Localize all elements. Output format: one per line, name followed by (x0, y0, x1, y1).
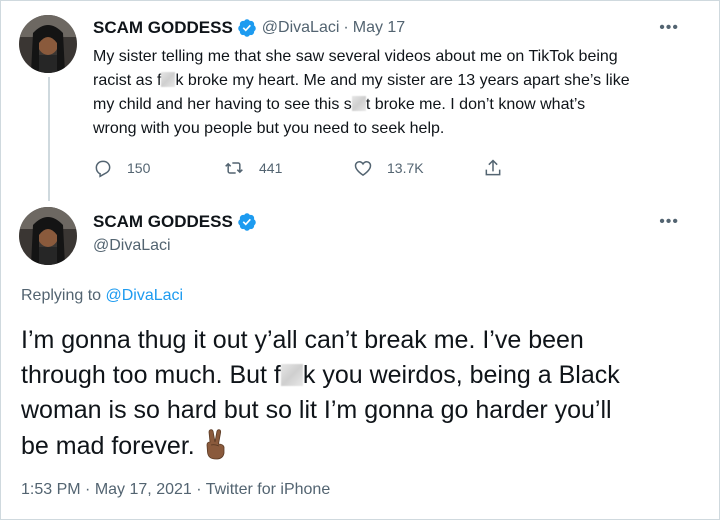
tweet-line: be mad forever. (21, 428, 711, 470)
tweet-text-fragment: through too much. But f (21, 361, 281, 389)
censor-blur (280, 364, 303, 386)
share-icon (485, 159, 501, 176)
tweet-text: I’m gonna thug it out y’all can’t break … (21, 323, 711, 470)
verified-badge-icon (237, 18, 257, 38)
replying-prefix: Replying to (21, 287, 106, 304)
tweet-date[interactable]: May 17, 2021 (95, 481, 192, 498)
thread-connector-line (48, 77, 50, 201)
display-name[interactable]: SCAM GODDESS (93, 18, 233, 38)
tweet-line: my child and her having to see this s t b… (93, 93, 703, 117)
tweet-text-fragment: my child and her having to see this s (93, 96, 352, 113)
more-icon[interactable]: ••• (659, 213, 679, 231)
tweet-line: through too much. But f k you weirdos, be… (21, 358, 711, 393)
tweet-timestamp: 1:53 PM · May 17, 2021 · Twitter for iPh… (21, 481, 330, 499)
share-button[interactable] (483, 158, 613, 178)
tweet-header: SCAM GODDESS ••• (93, 209, 699, 235)
peace-sign-emoji (203, 428, 229, 470)
more-icon[interactable]: ••• (659, 19, 679, 37)
tweet-text-fragment: t broke me. I don’t know what’s (365, 96, 586, 113)
tweet-date[interactable]: May 17 (353, 19, 405, 37)
separator-dot: · (343, 19, 349, 36)
replying-to-link[interactable]: @DivaLaci (106, 287, 184, 304)
censor-blur (351, 96, 366, 111)
tweet-line: wrong with you people but you need to se… (93, 120, 445, 137)
reply-count: 150 (127, 160, 151, 176)
like-icon (354, 160, 372, 176)
tweet-line: racist as f k broke my heart. Me and my s… (93, 69, 703, 93)
tweet-client[interactable]: Twitter for iPhone (206, 481, 331, 498)
like-count: 13.7K (387, 160, 424, 176)
tweet-line: My sister telling me that she saw severa… (93, 48, 618, 65)
display-name[interactable]: SCAM GODDESS (93, 212, 233, 232)
handle[interactable]: @DivaLaci (262, 19, 340, 37)
tweet-text-fragment: k broke my heart. Me and my sister are 1… (175, 72, 630, 89)
tweet-header: SCAM GODDESS @DivaLaci · May 17 ••• (93, 15, 699, 41)
avatar[interactable] (19, 207, 77, 265)
verified-badge-icon (237, 212, 257, 232)
separator-dot: · (85, 481, 91, 498)
tweet-time[interactable]: 1:53 PM (21, 481, 81, 498)
like-button[interactable]: 13.7K (353, 158, 483, 178)
avatar[interactable] (19, 15, 77, 73)
retweet-icon (225, 162, 243, 174)
censor-blur (161, 72, 176, 87)
tweet-text: My sister telling me that she saw severa… (93, 45, 703, 141)
tweet-text-fragment: k you weirdos, being a Black (302, 361, 620, 389)
handle[interactable]: @DivaLaci (93, 237, 171, 255)
retweet-count: 441 (259, 160, 283, 176)
tweet-actions: 150 441 13.7K (93, 155, 613, 181)
reply-icon (95, 160, 111, 178)
reply-button[interactable]: 150 (93, 158, 223, 178)
tweet-line: I’m gonna thug it out y’all can’t break … (21, 326, 584, 354)
tweet-line: woman is so hard but so lit I’m gonna go… (21, 396, 612, 424)
retweet-button[interactable]: 441 (223, 158, 353, 178)
replying-to: Replying to @DivaLaci (21, 287, 183, 305)
tweet-thread: SCAM GODDESS @DivaLaci · May 17 ••• My s… (0, 0, 720, 520)
tweet-text-fragment: be mad forever. (21, 432, 195, 460)
separator-dot: · (196, 481, 202, 498)
tweet-text-fragment: racist as f (93, 72, 162, 89)
